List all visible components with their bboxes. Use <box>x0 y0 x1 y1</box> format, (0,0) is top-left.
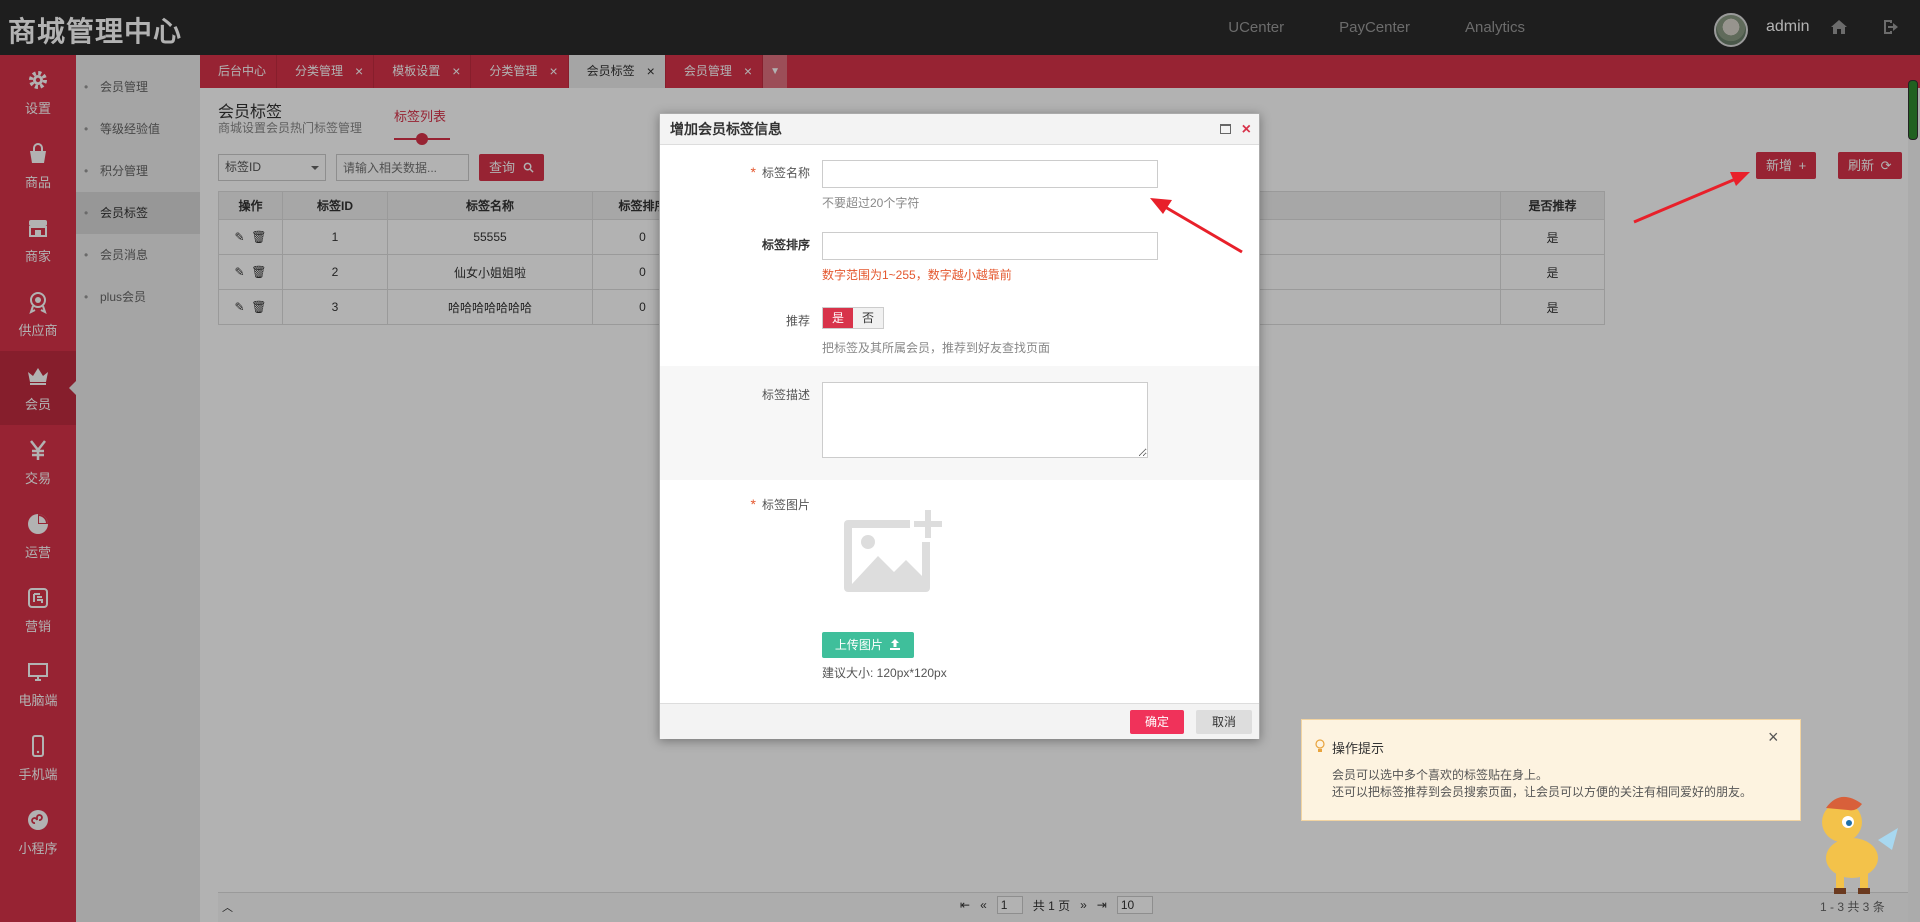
tip-title: 操作提示 <box>1332 741 1385 756</box>
arrow-to-name-input <box>1159 202 1243 254</box>
lightbulb-icon <box>1315 739 1325 752</box>
tip-line-2: 还可以把标签推荐到会员搜索页面，让会员可以方便的关注有相同爱好的朋友。 <box>1332 785 1753 799</box>
arrow-to-add-button <box>1633 176 1739 224</box>
operation-tip-panel: 操作提示 会员可以选中多个喜欢的标签贴在身上。 还可以把标签推荐到会员搜索页面，… <box>1301 719 1801 821</box>
arrow-head <box>1730 172 1750 186</box>
close-icon[interactable]: × <box>1768 727 1779 748</box>
arrow-head <box>1150 198 1172 214</box>
mascot-pony-icon[interactable] <box>1800 788 1900 898</box>
tip-line-1: 会员可以选中多个喜欢的标签贴在身上。 <box>1332 768 1549 782</box>
